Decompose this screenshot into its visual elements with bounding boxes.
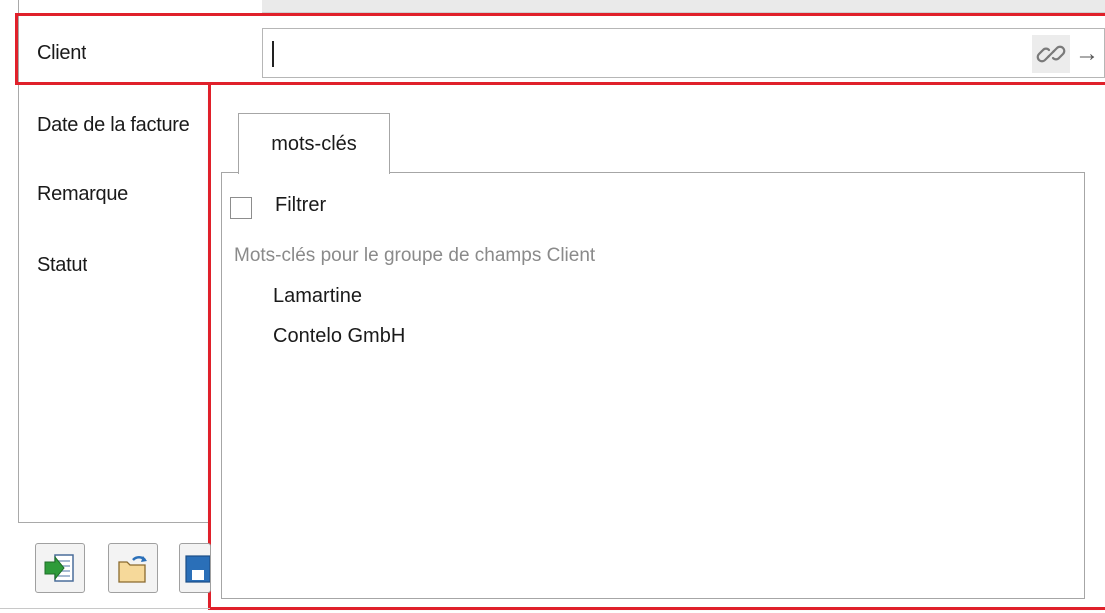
field-label-status: Statut <box>37 254 88 276</box>
field-label-invoice-date: Date de la facture <box>37 114 190 136</box>
import-button[interactable] <box>35 543 85 593</box>
tab-keywords-label: mots-clés <box>271 132 357 155</box>
tab-keywords[interactable]: mots-clés <box>238 113 390 174</box>
save-icon <box>185 555 210 583</box>
open-folder-icon <box>118 556 147 583</box>
field-label-remark: Remarque <box>37 183 128 205</box>
open-folder-button[interactable] <box>108 543 158 593</box>
highlight-outline-client <box>15 13 1105 85</box>
footer-divider <box>0 608 210 609</box>
previous-field-edge <box>262 0 1105 13</box>
import-green-arrow-icon <box>44 554 74 582</box>
save-button[interactable] <box>179 543 211 593</box>
